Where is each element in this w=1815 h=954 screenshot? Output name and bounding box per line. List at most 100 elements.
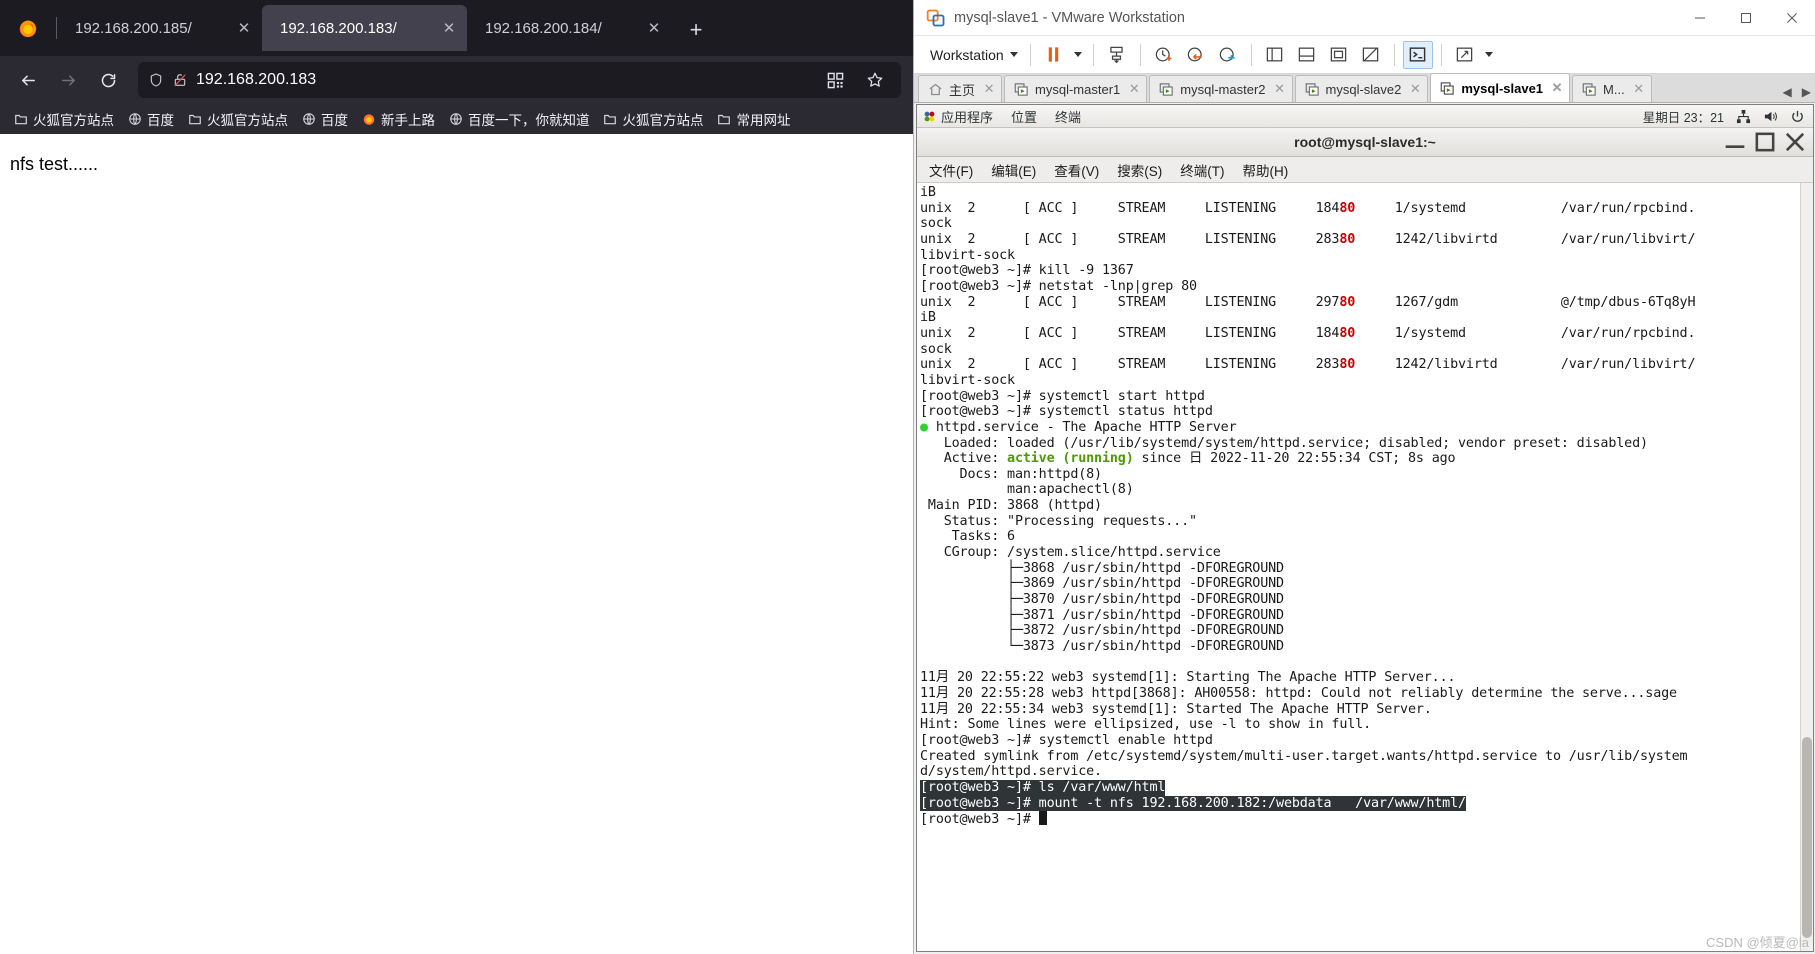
guest-os-console[interactable]: 应用程序 位置 终端 星期日 23：21 root@mysql-slave1:~…: [916, 104, 1814, 952]
bookmark-item-3[interactable]: 百度: [296, 107, 353, 131]
menu-help[interactable]: 帮助(H): [1236, 158, 1296, 182]
vm-tab-mysql-slave2[interactable]: mysql-slave2 ✕: [1294, 75, 1429, 102]
bookmark-label: 火狐官方站点: [622, 113, 704, 128]
vm-tab-mysql-master1[interactable]: mysql-master1 ✕: [1004, 75, 1148, 102]
vm-powered-on-icon: [1582, 82, 1597, 97]
bookmark-label: 百度: [321, 113, 348, 128]
close-icon[interactable]: ✕: [1631, 81, 1647, 97]
browser-tab-0[interactable]: 192.168.200.185/ ✕: [57, 5, 262, 51]
vm-powered-on-icon: [1305, 82, 1320, 97]
vm-tab-mysql-master2[interactable]: mysql-master2 ✕: [1149, 75, 1293, 102]
url-text[interactable]: 192.168.200.183: [196, 71, 811, 89]
globe-icon: [127, 112, 142, 127]
volume-icon[interactable]: [1763, 109, 1778, 124]
bookmark-item-6[interactable]: 火狐官方站点: [598, 107, 709, 131]
bookmark-item-4[interactable]: 新手上路: [356, 107, 440, 131]
back-arrow-icon[interactable]: [10, 62, 46, 98]
lock-broken-icon[interactable]: [172, 71, 188, 89]
close-icon[interactable]: ✕: [1126, 81, 1142, 97]
applications-menu[interactable]: 应用程序: [923, 107, 993, 126]
vmware-window-title: mysql-slave1 - VMware Workstation: [954, 9, 1185, 26]
minimize-icon[interactable]: [1677, 0, 1723, 36]
toolbar-separator: [1250, 43, 1252, 66]
terminal-menu[interactable]: 终端: [1055, 107, 1081, 126]
bookmark-star-icon[interactable]: [859, 64, 891, 96]
close-icon[interactable]: ✕: [1549, 80, 1565, 96]
bookmark-label: 百度: [147, 113, 174, 128]
show-thumbnails-icon[interactable]: [1292, 41, 1322, 69]
address-bar[interactable]: 192.168.200.183: [138, 62, 901, 98]
clock[interactable]: 星期日 23：21: [1643, 107, 1724, 126]
terminal-menu-bar: 文件(F) 编辑(E) 查看(V) 搜索(S) 终端(T) 帮助(H): [917, 157, 1813, 183]
terminal-output[interactable]: iB unix 2 [ ACC ] STREAM LISTENING 18480…: [917, 183, 1800, 951]
close-icon[interactable]: ✕: [437, 16, 461, 40]
bookmark-item-2[interactable]: 火狐官方站点: [182, 107, 293, 131]
terminal-body[interactable]: iB unix 2 [ ACC ] STREAM LISTENING 18480…: [917, 183, 1813, 951]
close-icon[interactable]: [1769, 0, 1815, 36]
vmware-title-bar: mysql-slave1 - VMware Workstation: [914, 0, 1815, 36]
reload-icon[interactable]: [90, 62, 126, 98]
browser-tab-1[interactable]: 192.168.200.183/ ✕: [262, 5, 467, 51]
vmware-tab-bar: 主页 ✕ mysql-master1 ✕ mysql-master2 ✕ mys…: [914, 73, 1815, 103]
close-icon[interactable]: ✕: [981, 81, 997, 97]
bookmark-item-0[interactable]: 火狐官方站点: [8, 107, 119, 131]
menu-edit[interactable]: 编辑(E): [984, 158, 1043, 182]
new-tab-button[interactable]: +: [676, 10, 716, 50]
menu-terminal[interactable]: 终端(T): [1173, 158, 1231, 182]
gnome-terminal-window: root@mysql-slave1:~ 文件(F) 编辑(E) 查看(V) 搜索…: [917, 128, 1813, 951]
unity-icon[interactable]: [1356, 41, 1386, 69]
bookmark-item-1[interactable]: 百度: [122, 107, 179, 131]
vmware-icon: [926, 8, 946, 28]
fit-guest-icon[interactable]: [1450, 41, 1480, 69]
places-menu[interactable]: 位置: [1011, 107, 1037, 126]
minimize-icon[interactable]: [1721, 130, 1749, 154]
close-icon[interactable]: [1781, 130, 1809, 154]
shield-icon[interactable]: [148, 71, 164, 89]
vm-tab-home[interactable]: 主页 ✕: [918, 75, 1003, 102]
menu-file[interactable]: 文件(F): [922, 158, 980, 182]
qr-code-icon[interactable]: [819, 64, 851, 96]
home-icon: [928, 82, 943, 97]
toolbar-separator: [1029, 43, 1031, 66]
revert-snapshot-icon[interactable]: [1181, 41, 1211, 69]
power-icon[interactable]: [1790, 109, 1805, 124]
maximize-icon[interactable]: [1751, 130, 1779, 154]
suspend-dropdown-caret[interactable]: [1071, 41, 1085, 69]
menu-search[interactable]: 搜索(S): [1110, 158, 1169, 182]
browser-tab-2[interactable]: 192.168.200.184/ ✕: [467, 5, 672, 51]
gnome-top-panel: 应用程序 位置 终端 星期日 23：21: [917, 105, 1813, 128]
vm-tab-scroll-controls: ◀ ▶: [1783, 85, 1811, 99]
forward-arrow-icon[interactable]: [50, 62, 86, 98]
workstation-menu-button[interactable]: Workstation: [922, 44, 1022, 66]
snapshot-manager-icon[interactable]: [1102, 41, 1132, 69]
vm-tab-mysql-slave1[interactable]: mysql-slave1 ✕: [1430, 73, 1571, 102]
manage-snapshots-icon[interactable]: [1213, 41, 1243, 69]
network-icon[interactable]: [1736, 109, 1751, 124]
vm-tab-overflow[interactable]: M... ✕: [1572, 75, 1652, 102]
fullscreen-icon[interactable]: [1324, 41, 1354, 69]
vm-powered-on-icon: [1014, 82, 1029, 97]
maximize-icon[interactable]: [1723, 0, 1769, 36]
tab-scroll-right-icon[interactable]: ▶: [1802, 85, 1811, 99]
show-library-icon[interactable]: [1260, 41, 1290, 69]
terminal-scrollbar[interactable]: [1800, 183, 1813, 951]
bookmark-label: 百度一下，你就知道: [468, 113, 590, 128]
bookmarks-bar: 火狐官方站点 百度 火狐官方站点 百度 新手上路 百度一下，你就知道 火狐官方站…: [0, 104, 913, 134]
firefox-tab-strip: 192.168.200.185/ ✕ 192.168.200.183/ ✕ 19…: [0, 0, 913, 56]
close-icon[interactable]: ✕: [642, 16, 666, 40]
close-icon[interactable]: ✕: [1407, 81, 1423, 97]
close-icon[interactable]: ✕: [1272, 81, 1288, 97]
suspend-icon[interactable]: [1039, 41, 1069, 69]
terminal-window-controls: [1721, 130, 1809, 154]
console-view-icon[interactable]: [1402, 40, 1433, 69]
fit-guest-caret[interactable]: [1482, 41, 1496, 69]
vm-tab-label: M...: [1603, 81, 1625, 97]
menu-view[interactable]: 查看(V): [1047, 158, 1106, 182]
take-snapshot-icon[interactable]: [1149, 41, 1179, 69]
bookmark-item-7[interactable]: 常用网址: [712, 107, 796, 131]
scrollbar-thumb[interactable]: [1802, 737, 1812, 938]
vm-tab-label: mysql-master2: [1180, 81, 1266, 97]
bookmark-item-5[interactable]: 百度一下，你就知道: [443, 107, 595, 131]
close-icon[interactable]: ✕: [232, 16, 256, 40]
tab-scroll-left-icon[interactable]: ◀: [1783, 85, 1792, 99]
